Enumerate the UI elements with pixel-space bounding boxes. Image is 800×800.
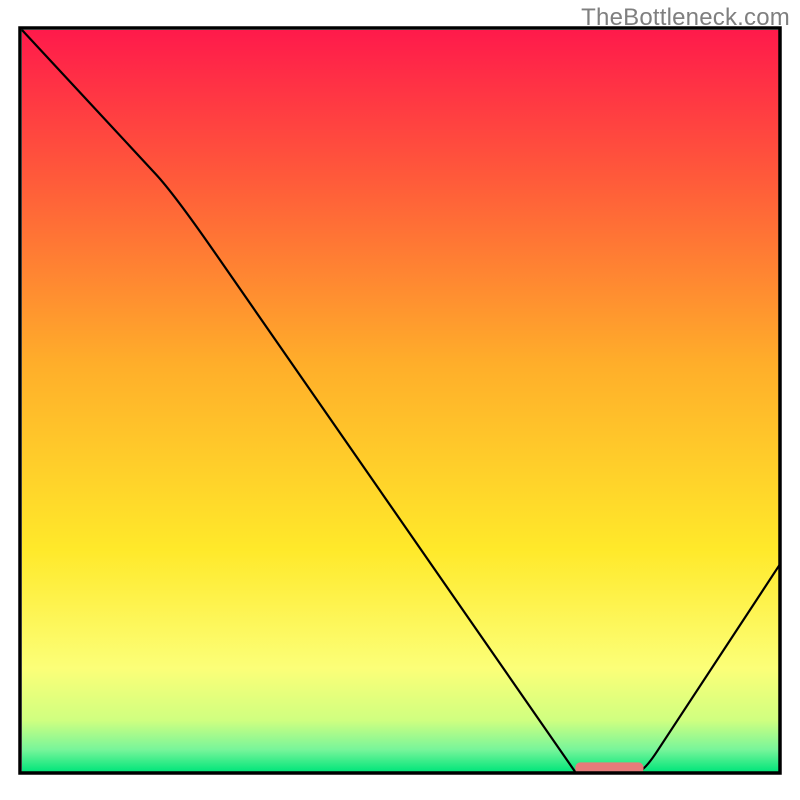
plot-background <box>22 30 780 772</box>
chart-container: TheBottleneck.com <box>0 0 800 800</box>
bottleneck-chart <box>0 0 800 800</box>
watermark-text: TheBottleneck.com <box>581 4 790 32</box>
